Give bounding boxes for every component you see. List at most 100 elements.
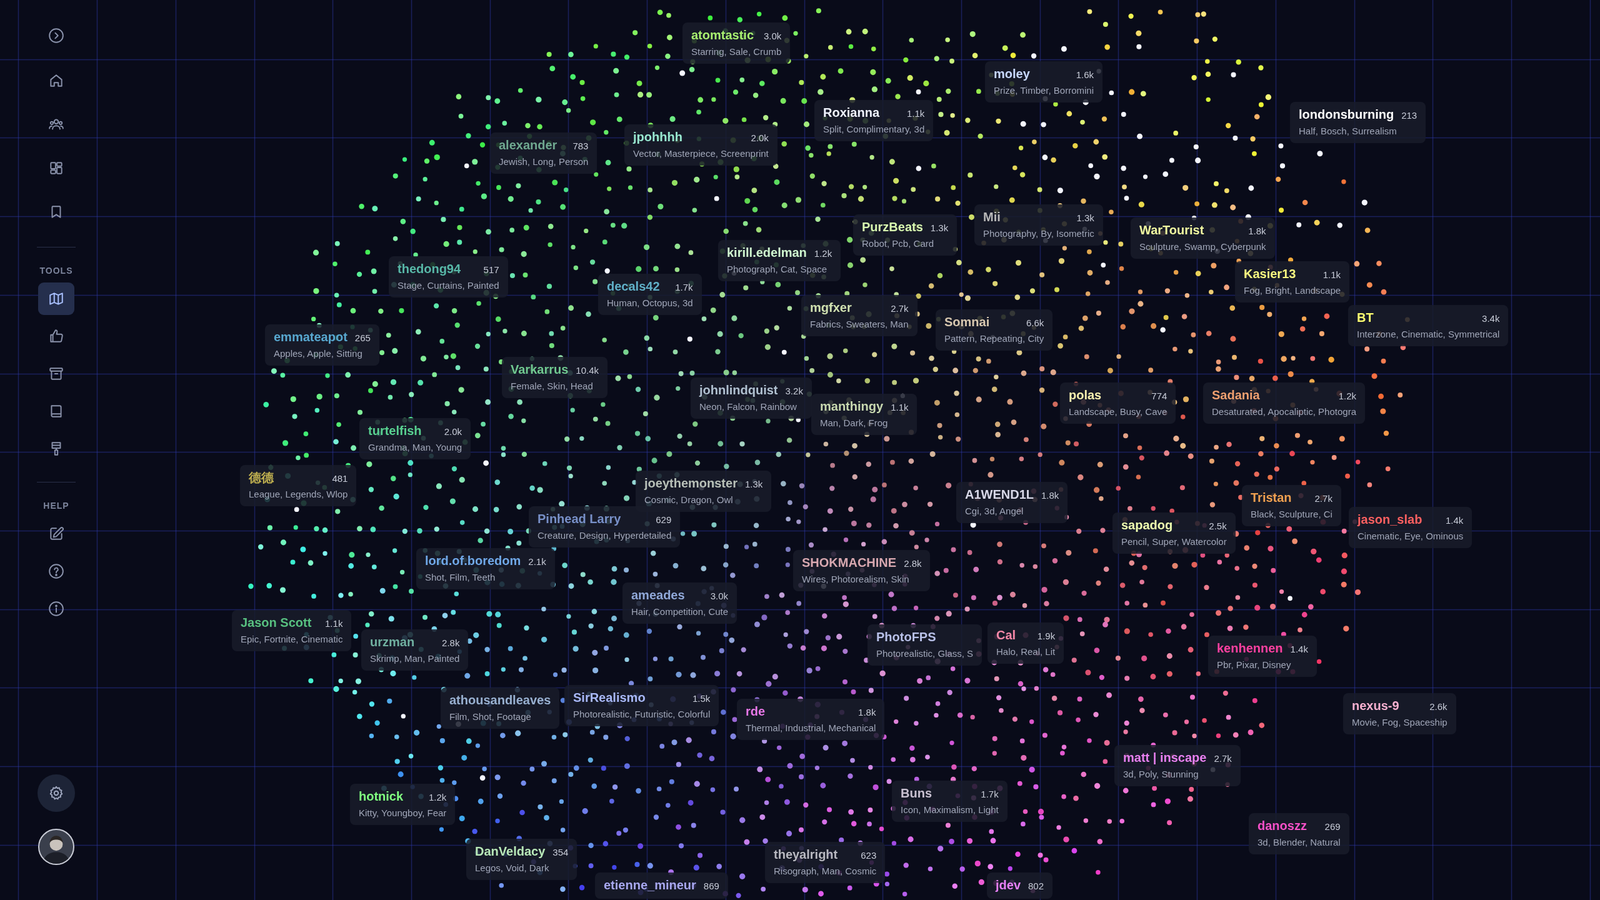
- creator-label[interactable]: hotnick1.2kKitty, Youngboy, Fear: [350, 783, 455, 825]
- creator-count: 1.6k: [1076, 69, 1094, 81]
- creator-label[interactable]: SHOKMACHINE2.8kWires, Photorealism, Skin: [793, 550, 930, 592]
- nav-item[interactable]: [38, 195, 75, 229]
- creator-label[interactable]: jdev802: [986, 872, 1053, 899]
- creator-tags: Sculpture, Swamp, Cyberpunk: [1139, 241, 1267, 253]
- creator-label[interactable]: jason_slab1.4kCinematic, Eye, Ominous: [1348, 506, 1472, 549]
- creator-name: rde: [745, 703, 765, 719]
- nav-item[interactable]: [38, 320, 75, 353]
- label-header: 德德481: [248, 470, 348, 485]
- creator-tags: Movie, Fog, Spaceship: [1351, 716, 1448, 729]
- nav-item[interactable]: [38, 282, 75, 315]
- creator-label[interactable]: Roxianna1.1kSplit, Complimentary, 3d: [814, 100, 934, 142]
- creator-label[interactable]: moley1.6kPrize, Timber, Borromini: [985, 61, 1103, 103]
- creator-tags: Female, Skin, Head: [510, 380, 599, 392]
- nav-item[interactable]: [38, 151, 75, 185]
- creator-label[interactable]: jpohhhh2.0kVector, Masterpiece, Screenpr…: [624, 124, 778, 166]
- creator-label[interactable]: athousandleavesFilm, Shot, Footage: [440, 687, 560, 729]
- creator-label[interactable]: polas774Landscape, Busy, Cave: [1060, 382, 1176, 424]
- creator-label[interactable]: matt | inscape2.7k3d, Poly, Stunning: [1114, 745, 1241, 787]
- creator-tags: 3d, Poly, Stunning: [1123, 768, 1232, 780]
- creator-tags: Risograph, Man, Cosmic: [773, 865, 877, 877]
- creator-name: emmateapot: [273, 329, 348, 345]
- creator-label[interactable]: kenhennen1.4kPbr, Pixar, Disney: [1208, 635, 1317, 677]
- creator-label[interactable]: thedong94517Stage, Curtains, Painted: [388, 256, 509, 298]
- creator-name: Sadania: [1211, 387, 1260, 403]
- map-icon: [48, 290, 65, 307]
- creator-label[interactable]: Buns1.7kIcon, Maximalism, Light: [891, 780, 1008, 822]
- creator-count: 1.7k: [980, 788, 999, 800]
- creator-label[interactable]: 德德481League, Legends, Wlop: [240, 465, 357, 507]
- creator-label[interactable]: mgfxer2.7kFabrics, Sweaters, Man: [801, 295, 918, 337]
- creator-label[interactable]: BT3.4kInterzone, Cinematic, Symmetrical: [1348, 305, 1509, 347]
- label-header: thedong94517: [397, 261, 500, 277]
- creator-label[interactable]: PhotoFPSPhotorealistic, Glass, S: [867, 624, 982, 666]
- creator-label[interactable]: DanVeldacy354Legos, Void, Dark: [466, 838, 577, 880]
- creator-label[interactable]: Varkarrus10.4kFemale, Skin, Head: [501, 356, 608, 399]
- creator-count: 1.2k: [1338, 390, 1357, 402]
- question-icon: [48, 563, 65, 580]
- creator-label[interactable]: theyalright623Risograph, Man, Cosmic: [765, 841, 885, 884]
- creator-label[interactable]: urzman2.8kSkrimp, Man, Painted: [361, 629, 469, 671]
- creator-label[interactable]: manthingy1.1kMan, Dark, Frog: [811, 393, 917, 435]
- creator-label[interactable]: Cal1.9kHalo, Real, Lit: [987, 622, 1064, 664]
- label-header: jdev802: [995, 877, 1044, 893]
- creator-label[interactable]: kirill.edelman1.2kPhotograph, Cat, Space: [718, 240, 841, 282]
- nav-item[interactable]: [38, 357, 75, 390]
- creator-label[interactable]: A1WEND1L1.8kCgi, 3d, Angel: [956, 481, 1068, 524]
- creator-tags: Thermal, Industrial, Mechanical: [745, 722, 876, 734]
- nav-item[interactable]: [38, 64, 75, 97]
- nav-item[interactable]: [38, 432, 75, 465]
- thumbs-up-icon: [48, 328, 65, 345]
- creator-label[interactable]: Kasier131.1kFog, Bright, Landscape: [1235, 261, 1350, 303]
- creator-name: BT: [1356, 310, 1374, 325]
- creator-label[interactable]: turtelfish2.0kGrandma, Man, Young: [359, 418, 471, 460]
- label-header: joeythemonster1.3k: [644, 475, 763, 491]
- creator-label[interactable]: ameades3.0kHair, Competition, Cute: [622, 582, 737, 624]
- creator-count: 354: [552, 846, 569, 859]
- creator-label[interactable]: danoszz2693d, Blender, Natural: [1248, 813, 1350, 855]
- creator-count: 1.4k: [1445, 515, 1464, 527]
- label-header: nexus-92.6k: [1351, 698, 1448, 714]
- nav-item[interactable]: [38, 395, 75, 428]
- label-header: hotnick1.2k: [358, 788, 447, 804]
- creator-count: 6.6k: [1026, 317, 1044, 329]
- creator-count: 1.8k: [1041, 490, 1059, 502]
- user-avatar[interactable]: [38, 828, 75, 865]
- creator-label[interactable]: Tristan2.7kBlack, Sculpture, Ci: [1241, 485, 1342, 527]
- creator-label[interactable]: Jason Scott1.1kEpic, Fortnite, Cinematic: [231, 610, 352, 652]
- creator-label[interactable]: sapadog2.5kPencil, Super, Watercolor: [1112, 512, 1236, 554]
- creator-label[interactable]: Sadania1.2kDesaturated, Apocaliptic, Pho…: [1203, 382, 1365, 424]
- creator-label[interactable]: londonsburning213Half, Bosch, Surrealism: [1290, 101, 1426, 144]
- creator-label[interactable]: johnlindquist3.2kNeon, Falcon, Rainbow: [690, 377, 812, 419]
- creator-label[interactable]: PurzBeats1.3kRobot, Pcb, Card: [853, 214, 957, 256]
- creator-tags: Photograph, Cat, Space: [726, 263, 832, 275]
- creator-tags: Wires, Photorealism, Skin: [801, 573, 922, 585]
- creator-label[interactable]: lord.of.boredom2.1kShot, Film, Teeth: [416, 548, 555, 590]
- creator-label[interactable]: etienne_mineur869: [595, 872, 729, 899]
- settings-button[interactable]: [37, 774, 75, 812]
- creator-label[interactable]: Pinhead Larry629Creature, Design, Hyperd…: [528, 506, 680, 548]
- creator-label[interactable]: rde1.8kThermal, Industrial, Mechanical: [736, 698, 885, 740]
- creator-label[interactable]: nexus-92.6k Movie, Fog, Spaceship: [1343, 693, 1457, 735]
- creator-label[interactable]: Mii1.3kPhotography, By, Isometric: [974, 204, 1104, 246]
- creator-label[interactable]: alexander783Jewish, Long, Person: [490, 132, 597, 174]
- creator-label[interactable]: atomtastic3.0kStarring, Sale, Crumb: [682, 22, 790, 64]
- label-header: atomtastic3.0k: [691, 27, 782, 43]
- creator-name: theyalright: [773, 846, 838, 862]
- creator-label[interactable]: decals421.7kHuman, Octopus, 3d: [598, 273, 702, 315]
- nav-item[interactable]: [38, 592, 75, 625]
- creator-label[interactable]: SirRealismo1.5kPhotorealistic, Futuristi…: [564, 685, 719, 727]
- label-header: moley1.6k: [993, 66, 1094, 82]
- nav-item[interactable]: [38, 108, 75, 141]
- creator-label[interactable]: emmateapot265Apples, Apple, Sitting: [265, 324, 380, 366]
- expand-button[interactable]: [42, 21, 70, 50]
- creator-name: matt | inscape: [1123, 750, 1207, 765]
- nav-item[interactable]: [38, 555, 75, 588]
- creator-map[interactable]: TOOLSHELPatomtastic3.0kStarring, Sale, C…: [0, 0, 1600, 900]
- label-header: urzman2.8k: [370, 634, 460, 650]
- nav-item[interactable]: [38, 517, 75, 550]
- creator-label[interactable]: WarTourist1.8kSculpture, Swamp, Cyberpun…: [1130, 217, 1275, 259]
- creator-label[interactable]: Somnai6.6kPattern, Repeating, City: [935, 309, 1053, 351]
- creator-name: urzman: [370, 634, 415, 650]
- label-header: johnlindquist3.2k: [699, 382, 804, 398]
